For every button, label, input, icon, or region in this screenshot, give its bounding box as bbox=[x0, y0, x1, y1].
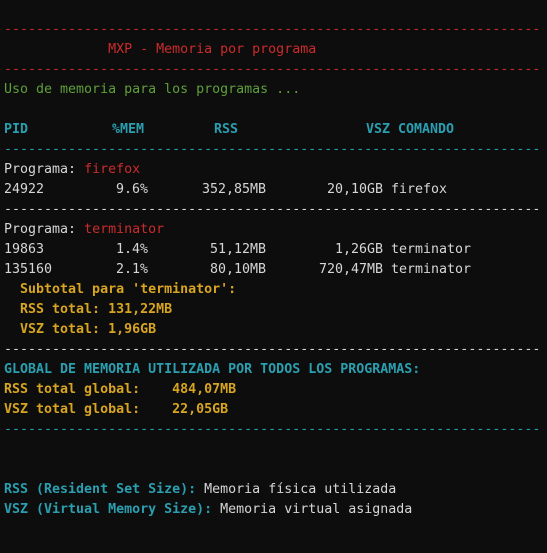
column-vsz: VSZ bbox=[365, 122, 390, 137]
program-name: terminator bbox=[84, 222, 165, 237]
terminal-window[interactable]: ----------------------------------------… bbox=[0, 0, 547, 553]
header-subtitle: Uso de memoria para los programas ... bbox=[4, 82, 301, 97]
legend-vsz: VSZ (Virtual Memory Size): Memoria virtu… bbox=[4, 500, 547, 520]
global-title: GLOBAL DE MEMORIA UTILIZADA POR TODOS LO… bbox=[4, 362, 421, 377]
legend-term: VSZ (Virtual Memory Size): bbox=[4, 502, 213, 517]
table-row: 24922 9.6% 352,85MB 20,10GB firefox bbox=[4, 180, 547, 200]
row-command: terminator bbox=[391, 262, 472, 277]
table-row: 19863 1.4% 51,12MB 1,26GB terminator bbox=[4, 240, 547, 260]
program-label: Programa: bbox=[4, 162, 85, 177]
row-command: firefox bbox=[391, 182, 448, 197]
row-vsz: 1,26GB bbox=[334, 242, 383, 257]
global-separator: ----------------------------------------… bbox=[4, 422, 541, 437]
legend-rss: RSS (Resident Set Size): Memoria física … bbox=[4, 480, 547, 500]
column-rss: RSS bbox=[213, 122, 238, 137]
legend-term: RSS (Resident Set Size): bbox=[4, 482, 197, 497]
program-separator: ----------------------------------------… bbox=[4, 202, 541, 217]
row-vsz: 720,47MB bbox=[318, 262, 383, 277]
header-title: MXP - Memoria por programa bbox=[4, 42, 317, 57]
row-command: terminator bbox=[391, 242, 472, 257]
column-pid: PID bbox=[4, 122, 29, 137]
subtotal-title: Subtotal para 'terminator': bbox=[4, 282, 237, 297]
program-separator: ----------------------------------------… bbox=[4, 342, 541, 357]
column-mem: %MEM bbox=[112, 122, 145, 137]
row-pid: 135160 bbox=[4, 262, 53, 277]
program-header-firefox: Programa: firefox bbox=[4, 160, 547, 180]
legend-description: Memoria virtual asignada bbox=[212, 502, 413, 517]
table-header: PID %MEM RSS VSZ COMANDO bbox=[4, 120, 547, 140]
row-pid: 24922 bbox=[4, 182, 45, 197]
subtotal-vsz: VSZ total: 1,96GB bbox=[4, 322, 157, 337]
subtotal-rss: RSS total: 131,22MB bbox=[4, 302, 173, 317]
row-mem: 1.4% bbox=[115, 242, 148, 257]
table-row: 135160 2.1% 80,10MB 720,47MB terminator bbox=[4, 260, 547, 280]
header-separator-bottom: ----------------------------------------… bbox=[4, 62, 541, 77]
row-rss: 352,85MB bbox=[201, 182, 266, 197]
program-name: firefox bbox=[84, 162, 141, 177]
row-mem: 2.1% bbox=[115, 262, 148, 277]
header-separator-top: ----------------------------------------… bbox=[4, 22, 541, 37]
global-rss: RSS total global: 484,07MB bbox=[4, 382, 237, 397]
row-pid: 19863 bbox=[4, 242, 45, 257]
program-header-terminator: Programa: terminator bbox=[4, 220, 547, 240]
legend-description: Memoria física utilizada bbox=[196, 482, 397, 497]
row-rss: 80,10MB bbox=[209, 262, 266, 277]
row-vsz: 20,10GB bbox=[326, 182, 383, 197]
program-label: Programa: bbox=[4, 222, 85, 237]
global-vsz: VSZ total global: 22,05GB bbox=[4, 402, 229, 417]
row-mem: 9.6% bbox=[115, 182, 148, 197]
row-rss: 51,12MB bbox=[209, 242, 266, 257]
table-separator: ----------------------------------------… bbox=[4, 142, 541, 157]
column-command: COMANDO bbox=[398, 122, 455, 137]
